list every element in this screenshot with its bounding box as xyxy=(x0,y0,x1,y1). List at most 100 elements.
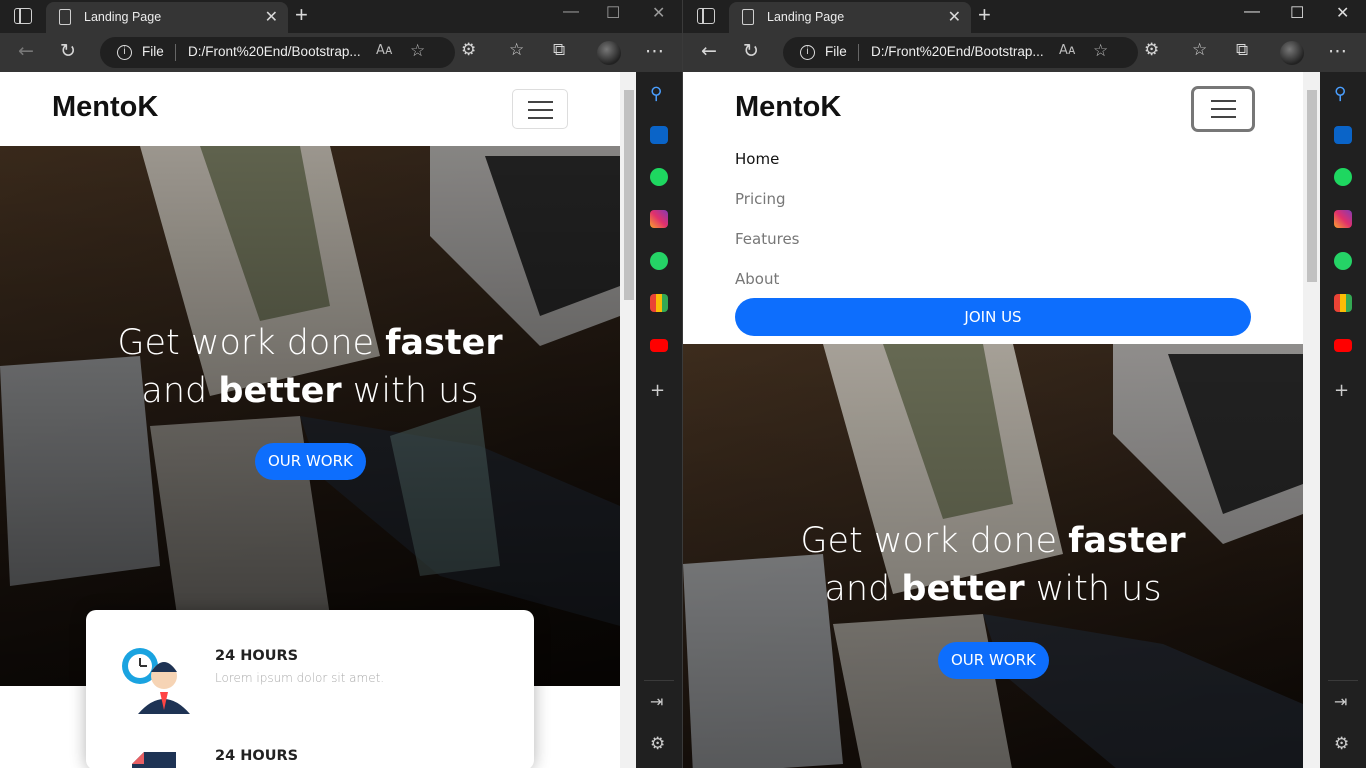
instagram-icon[interactable] xyxy=(1334,210,1352,228)
nav-link-pricing[interactable]: Pricing xyxy=(735,190,786,208)
close-tab-button[interactable]: ✕ xyxy=(265,7,278,27)
hero-heading: Get work done faster and better with us xyxy=(117,323,503,411)
back-button[interactable]: ← xyxy=(18,40,34,62)
search-icon[interactable]: ⚲ xyxy=(1334,84,1352,104)
hero-section: Get work done faster and better with us … xyxy=(683,344,1303,768)
navbar-expanded: MentoK Home Pricing Features About JOIN … xyxy=(683,72,1303,344)
scrollbar-thumb[interactable] xyxy=(624,90,634,300)
reload-button[interactable]: ↻ xyxy=(60,40,76,62)
nav-link-home[interactable]: Home xyxy=(735,150,779,168)
page-icon xyxy=(59,9,71,25)
collections-icon[interactable]: ⧉ xyxy=(553,40,565,60)
scrollbar[interactable] xyxy=(1303,72,1320,768)
feature-title: 24 HOURS xyxy=(215,748,299,764)
maximize-button[interactable]: ☐ xyxy=(606,3,620,23)
youtube-icon[interactable] xyxy=(650,339,668,352)
brand-logo[interactable]: MentoK xyxy=(735,91,841,124)
tab-strip: Landing Page ✕ + — ☐ ✕ xyxy=(0,0,682,33)
profile-avatar[interactable] xyxy=(1280,41,1304,65)
edge-sidebar: ⚲ + ⇥ ⚙ xyxy=(1320,72,1366,768)
close-tab-button[interactable]: ✕ xyxy=(948,7,961,27)
file-label: File xyxy=(825,44,847,59)
more-menu-button[interactable]: ⋯ xyxy=(645,40,664,62)
profile-avatar[interactable] xyxy=(597,41,621,65)
hero-section: Get work done faster and better with us … xyxy=(0,146,620,686)
gmail-icon[interactable] xyxy=(650,294,668,312)
close-window-button[interactable]: ✕ xyxy=(1336,3,1349,23)
instagram-icon[interactable] xyxy=(650,210,668,228)
hide-sidebar-icon[interactable]: ⇥ xyxy=(650,692,663,711)
new-tab-button[interactable]: + xyxy=(295,2,308,28)
new-tab-button[interactable]: + xyxy=(978,2,991,28)
spotify-icon[interactable] xyxy=(1334,168,1352,186)
info-icon[interactable]: i xyxy=(800,45,815,60)
divider xyxy=(1328,680,1358,681)
reload-button[interactable]: ↻ xyxy=(743,40,759,62)
more-menu-button[interactable]: ⋯ xyxy=(1328,40,1347,62)
spotify-icon[interactable] xyxy=(650,168,668,186)
browser-window-left: Landing Page ✕ + — ☐ ✕ ← ↻ i File D:/Fro… xyxy=(0,0,683,768)
maximize-button[interactable]: ☐ xyxy=(1290,3,1304,23)
feature-icon-2 xyxy=(132,752,176,768)
browser-toolbar: ← ↻ i File D:/Front%20End/Bootstrap... A… xyxy=(683,33,1366,72)
features-card: 24 HOURS Lorem ipsum dolor sit amet. 24 … xyxy=(86,610,534,768)
feature-title: 24 HOURS xyxy=(215,648,299,664)
navbar: MentoK xyxy=(0,72,620,146)
divider xyxy=(644,680,674,681)
page-viewport: MentoK Get work done faster and better w… xyxy=(0,72,620,768)
gmail-icon[interactable] xyxy=(1334,294,1352,312)
join-us-button[interactable]: JOIN US xyxy=(735,298,1251,336)
read-aloud-icon[interactable]: Aᴀ xyxy=(1059,43,1076,58)
minimize-button[interactable]: — xyxy=(563,3,579,21)
our-work-button[interactable]: OUR WORK xyxy=(938,642,1049,679)
whatsapp-icon[interactable] xyxy=(650,252,668,270)
address-bar[interactable]: i File D:/Front%20End/Bootstrap... Aᴀ ☆ xyxy=(100,37,455,68)
favorites-icon[interactable]: ☆ xyxy=(1192,40,1207,60)
tab-strip: Landing Page ✕ + — ☐ ✕ xyxy=(683,0,1366,33)
hide-sidebar-icon[interactable]: ⇥ xyxy=(1334,692,1347,711)
outlook-icon[interactable] xyxy=(650,126,668,144)
add-favorite-icon[interactable]: ☆ xyxy=(410,41,425,61)
tab-title: Landing Page xyxy=(767,10,845,24)
hero-photo-shapes xyxy=(0,146,620,686)
sidebar-settings-icon[interactable]: ⚙ xyxy=(1334,734,1349,754)
outlook-icon[interactable] xyxy=(1334,126,1352,144)
favorites-icon[interactable]: ☆ xyxy=(509,40,524,60)
tab-actions-icon[interactable] xyxy=(697,8,715,24)
edge-sidebar: ⚲ + ⇥ ⚙ xyxy=(636,72,682,768)
collections-icon[interactable]: ⧉ xyxy=(1236,40,1248,60)
search-icon[interactable]: ⚲ xyxy=(650,84,668,104)
url-text[interactable]: D:/Front%20End/Bootstrap... xyxy=(188,44,361,59)
add-sidebar-app-button[interactable]: + xyxy=(650,380,665,401)
close-window-button[interactable]: ✕ xyxy=(652,3,665,23)
our-work-button[interactable]: OUR WORK xyxy=(255,443,366,480)
add-favorite-icon[interactable]: ☆ xyxy=(1093,41,1108,61)
browser-toolbar: ← ↻ i File D:/Front%20End/Bootstrap... A… xyxy=(0,33,682,72)
url-text[interactable]: D:/Front%20End/Bootstrap... xyxy=(871,44,1044,59)
scrollbar-thumb[interactable] xyxy=(1307,90,1317,282)
tab-actions-icon[interactable] xyxy=(14,8,32,24)
sidebar-settings-icon[interactable]: ⚙ xyxy=(650,734,665,754)
divider xyxy=(175,44,176,61)
scrollbar[interactable] xyxy=(620,72,637,768)
browser-window-right: Landing Page ✕ + — ☐ ✕ ← ↻ i File D:/Fro… xyxy=(683,0,1366,768)
browser-tab[interactable]: Landing Page ✕ xyxy=(729,2,971,33)
brand-logo[interactable]: MentoK xyxy=(52,91,158,124)
back-button[interactable]: ← xyxy=(701,40,717,62)
nav-link-about[interactable]: About xyxy=(735,270,779,288)
whatsapp-icon[interactable] xyxy=(1334,252,1352,270)
navbar-toggler-button[interactable] xyxy=(1191,86,1255,132)
extensions-icon[interactable]: ⚙ xyxy=(1144,40,1159,60)
address-bar[interactable]: i File D:/Front%20End/Bootstrap... Aᴀ ☆ xyxy=(783,37,1138,68)
navbar-toggler-button[interactable] xyxy=(512,89,568,129)
info-icon[interactable]: i xyxy=(117,45,132,60)
youtube-icon[interactable] xyxy=(1334,339,1352,352)
minimize-button[interactable]: — xyxy=(1244,3,1260,21)
tab-title: Landing Page xyxy=(84,10,162,24)
nav-link-features[interactable]: Features xyxy=(735,230,800,248)
read-aloud-icon[interactable]: Aᴀ xyxy=(376,43,393,58)
add-sidebar-app-button[interactable]: + xyxy=(1334,380,1349,401)
hero-heading: Get work done faster and better with us xyxy=(800,521,1186,609)
browser-tab[interactable]: Landing Page ✕ xyxy=(46,2,288,33)
extensions-icon[interactable]: ⚙ xyxy=(461,40,476,60)
